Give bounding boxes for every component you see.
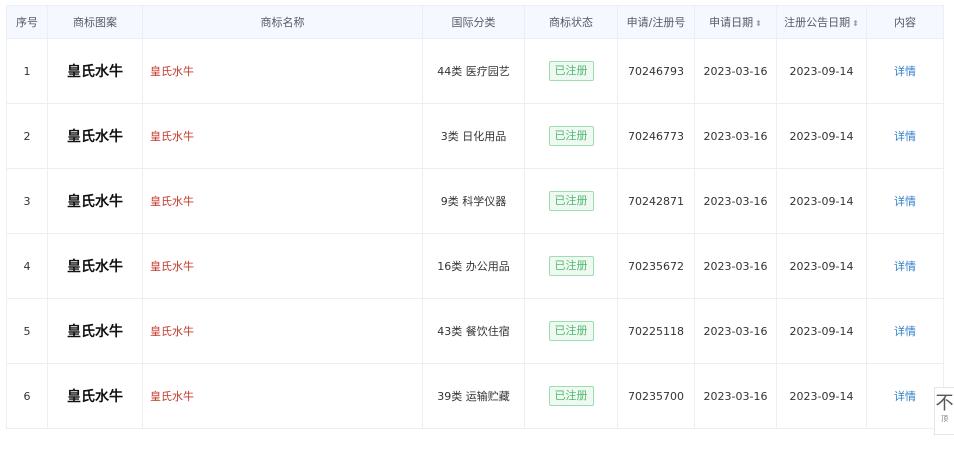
row-index: 3 [6,168,48,234]
row-index: 6 [6,363,48,429]
row-index: 2 [6,103,48,169]
sort-caret-icon[interactable]: ⬍ [755,19,762,28]
trademark-class: 3类 日化用品 [422,103,525,169]
detail-link[interactable]: 详情 [894,65,916,78]
trademark-status-cell: 已注册 [524,298,618,364]
detail-link[interactable]: 详情 [894,130,916,143]
detail-link[interactable]: 详情 [894,195,916,208]
reg-number: 70246773 [617,103,695,169]
notice-date: 2023-09-14 [776,168,867,234]
trademark-logo-text: 皇氏水牛 [67,194,123,210]
reg-number: 70235700 [617,363,695,429]
trademark-logo-text: 皇氏水牛 [67,389,123,405]
notice-date: 2023-09-14 [776,363,867,429]
apply-date: 2023-03-16 [694,233,777,299]
row-index: 1 [6,38,48,104]
trademark-name: 皇氏水牛 [142,103,423,169]
header-apply-date[interactable]: 申请日期 ⬍ [694,5,777,39]
arrow-up-icon: 不 [935,393,954,414]
trademark-table: 序号 商标图案 商标名称 国际分类 商标状态 申请/注册号 申请日期 ⬍ 注册公告… [6,5,944,429]
table-row: 4 皇氏水牛 皇氏水牛 16类 办公用品 已注册 70235672 2023-03-16 20… [6,233,944,299]
status-badge: 已注册 [548,321,594,341]
row-index: 5 [6,298,48,364]
header-notice-date[interactable]: 注册公告日期 ⬍ [776,5,867,39]
trademark-logo: 皇氏水牛 [47,168,143,234]
header-index: 序号 [6,5,48,39]
reg-number: 70235672 [617,233,695,299]
trademark-name: 皇氏水牛 [142,233,423,299]
trademark-status-cell: 已注册 [524,233,618,299]
table-row: 6 皇氏水牛 皇氏水牛 39类 运输贮藏 已注册 70235700 2023-03-16 20… [6,363,944,429]
header-apply-date-label: 申请日期 [709,16,754,29]
sort-caret-icon[interactable]: ⬍ [852,19,859,28]
trademark-class: 9类 科学仪器 [422,168,525,234]
table-header-row: 序号 商标图案 商标名称 国际分类 商标状态 申请/注册号 申请日期 ⬍ 注册公告… [6,5,944,39]
status-badge: 已注册 [548,191,594,211]
apply-date: 2023-03-16 [694,298,777,364]
trademark-logo: 皇氏水牛 [47,103,143,169]
trademark-class: 44类 医疗园艺 [422,38,525,104]
reg-number: 70246793 [617,38,695,104]
header-name: 商标名称 [142,5,423,39]
trademark-class: 43类 餐饮住宿 [422,298,525,364]
trademark-logo: 皇氏水牛 [47,363,143,429]
detail-link[interactable]: 详情 [894,260,916,273]
header-class: 国际分类 [422,5,525,39]
detail-link[interactable]: 详情 [894,325,916,338]
header-content: 内容 [866,5,944,39]
trademark-status-cell: 已注册 [524,103,618,169]
trademark-status-cell: 已注册 [524,168,618,234]
status-badge: 已注册 [548,386,594,406]
header-status: 商标状态 [524,5,618,39]
status-badge: 已注册 [548,61,594,81]
trademark-class: 16类 办公用品 [422,233,525,299]
apply-date: 2023-03-16 [694,103,777,169]
apply-date: 2023-03-16 [694,38,777,104]
trademark-name: 皇氏水牛 [142,38,423,104]
trademark-status-cell: 已注册 [524,38,618,104]
reg-number: 70225118 [617,298,695,364]
trademark-name: 皇氏水牛 [142,363,423,429]
detail-cell: 详情 [866,38,944,104]
detail-cell: 详情 [866,103,944,169]
back-to-top-label: 顶 [941,415,948,423]
trademark-name: 皇氏水牛 [142,298,423,364]
apply-date: 2023-03-16 [694,168,777,234]
trademark-name: 皇氏水牛 [142,168,423,234]
trademark-logo-text: 皇氏水牛 [67,64,123,80]
trademark-logo: 皇氏水牛 [47,298,143,364]
header-notice-date-label: 注册公告日期 [784,16,851,29]
trademark-logo-text: 皇氏水牛 [67,129,123,145]
table-row: 5 皇氏水牛 皇氏水牛 43类 餐饮住宿 已注册 70225118 2023-03-16 20… [6,298,944,364]
back-to-top-button[interactable]: 不 顶 [934,387,954,435]
detail-cell: 详情 [866,168,944,234]
apply-date: 2023-03-16 [694,363,777,429]
notice-date: 2023-09-14 [776,103,867,169]
detail-link[interactable]: 详情 [894,390,916,403]
table-row: 3 皇氏水牛 皇氏水牛 9类 科学仪器 已注册 70242871 2023-03-16 202… [6,168,944,234]
trademark-status-cell: 已注册 [524,363,618,429]
header-logo: 商标图案 [47,5,143,39]
notice-date: 2023-09-14 [776,38,867,104]
trademark-logo: 皇氏水牛 [47,38,143,104]
status-badge: 已注册 [548,256,594,276]
notice-date: 2023-09-14 [776,298,867,364]
trademark-logo-text: 皇氏水牛 [67,324,123,340]
detail-cell: 详情 [866,298,944,364]
trademark-logo-text: 皇氏水牛 [67,259,123,275]
reg-number: 70242871 [617,168,695,234]
table-row: 1 皇氏水牛 皇氏水牛 44类 医疗园艺 已注册 70246793 2023-03-16 20… [6,38,944,104]
detail-cell: 详情 [866,233,944,299]
trademark-class: 39类 运输贮藏 [422,363,525,429]
status-badge: 已注册 [548,126,594,146]
header-reg-no: 申请/注册号 [617,5,695,39]
trademark-logo: 皇氏水牛 [47,233,143,299]
table-row: 2 皇氏水牛 皇氏水牛 3类 日化用品 已注册 70246773 2023-03-16 202… [6,103,944,169]
notice-date: 2023-09-14 [776,233,867,299]
detail-cell: 详情 [866,363,944,429]
row-index: 4 [6,233,48,299]
